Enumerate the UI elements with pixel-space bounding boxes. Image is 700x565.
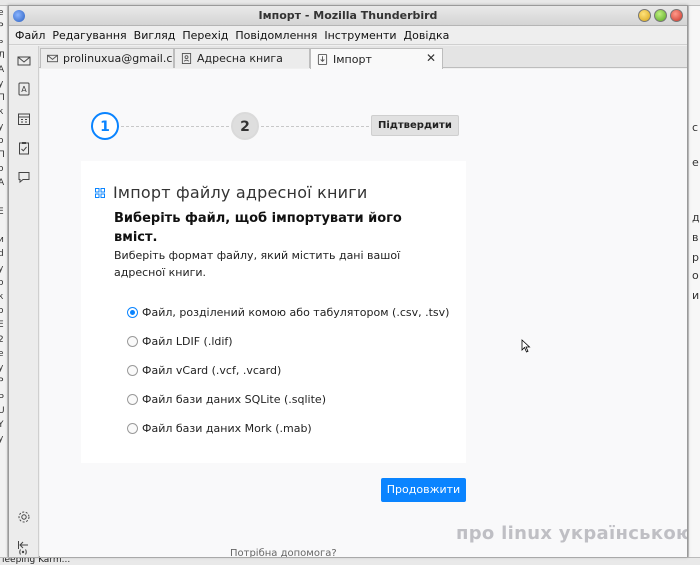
option-label: Файл LDIF (.ldif) [142,335,233,348]
menu-tools[interactable]: Інструменти [324,29,396,42]
continue-button[interactable]: Продовжити [381,478,466,502]
radio-ldif[interactable] [127,336,138,347]
close-window-button[interactable] [670,9,683,22]
background-window-right: с е д в р о и [688,6,700,565]
step-divider [261,126,369,127]
import-card: Імпорт файлу адресної книги Виберіть фай… [81,161,466,463]
help-link[interactable]: Потрібна допомога? [230,548,337,557]
minimize-button[interactable] [638,9,651,22]
radio-csv[interactable] [127,307,138,318]
menu-go[interactable]: Перехід [182,29,228,42]
card-title: Імпорт файлу адресної книги [113,183,368,202]
chat-space-icon[interactable] [17,170,31,184]
file-format-options: Файл, розділений комою або табулятором (… [127,298,449,443]
watermark: про linux українською [456,523,687,544]
option-label: Файл vCard (.vcf, .vcard) [142,364,282,377]
import-page: 1 2 Підтвердити Імпорт файлу адресної кн… [40,69,687,557]
radio-sqlite[interactable] [127,394,138,405]
option-mork[interactable]: Файл бази даних Mork (.mab) [127,414,449,443]
card-subtitle: Виберіть файл, щоб імпортувати його вміс… [114,211,402,245]
spaces-toolbar: A [9,46,39,557]
close-tab-icon[interactable]: ✕ [426,51,436,65]
address-book-space-icon[interactable]: A [17,82,31,96]
address-book-grid-icon [95,187,105,198]
mail-icon [47,54,58,63]
option-label: Файл, розділений комою або табулятором (… [142,306,450,319]
address-book-icon [181,53,192,64]
radio-vcard[interactable] [127,365,138,376]
import-icon [317,53,328,65]
tab-address-book[interactable]: Адресна книга [174,48,310,68]
step-indicator-1: 1 [91,112,119,140]
tab-label: Імпорт [333,52,372,66]
mouse-pointer-icon [521,339,531,353]
option-label: Файл бази даних Mork (.mab) [142,422,312,435]
online-status-icon [19,549,27,555]
tab-label: prolinuxua@gmail.con [63,52,174,65]
step-divider [121,126,229,127]
taskbar-item[interactable]: leeping Karm... [2,558,70,565]
option-label: Файл бази даних SQLite (.sqlite) [142,393,326,406]
menu-edit[interactable]: Редагування [52,29,126,42]
tab-import[interactable]: Імпорт ✕ [310,48,443,69]
taskbar: leeping Karm... [0,557,700,565]
menu-file[interactable]: Файл [15,29,45,42]
menu-message[interactable]: Повідомлення [235,29,317,42]
calendar-space-icon[interactable] [17,112,31,126]
radio-mork[interactable] [127,423,138,434]
tab-label: Адресна книга [197,52,283,65]
thunderbird-window: Імпорт - Mozilla Thunderbird Файл Редагу… [8,5,688,557]
card-description: Виберіть формат файлу, який містить дані… [114,249,401,279]
step-confirm: Підтвердити [371,115,459,136]
mail-space-icon[interactable] [17,54,31,68]
title-bar[interactable]: Імпорт - Mozilla Thunderbird [9,6,687,26]
menu-bar: Файл Редагування Вигляд Перехід Повідомл… [9,26,687,45]
background-window-left: еРьЛАуПкуоПоА|ЕlиdуокоЕ2еуРЬUYу [0,6,8,565]
step-indicator-2: 2 [231,112,259,140]
option-csv[interactable]: Файл, розділений комою або табулятором (… [127,298,449,327]
tab-mail[interactable]: prolinuxua@gmail.con [40,48,174,68]
menu-help[interactable]: Довідка [404,29,450,42]
svg-text:A: A [21,85,27,94]
tab-bar: prolinuxua@gmail.con Адресна книга Імпор… [9,46,687,69]
menu-view[interactable]: Вигляд [134,29,176,42]
maximize-button[interactable] [654,9,667,22]
tasks-space-icon[interactable] [17,141,31,155]
option-vcard[interactable]: Файл vCard (.vcf, .vcard) [127,356,449,385]
settings-gear-icon[interactable] [17,510,31,524]
option-ldif[interactable]: Файл LDIF (.ldif) [127,327,449,356]
option-sqlite[interactable]: Файл бази даних SQLite (.sqlite) [127,385,449,414]
window-title: Імпорт - Mozilla Thunderbird [258,9,438,22]
